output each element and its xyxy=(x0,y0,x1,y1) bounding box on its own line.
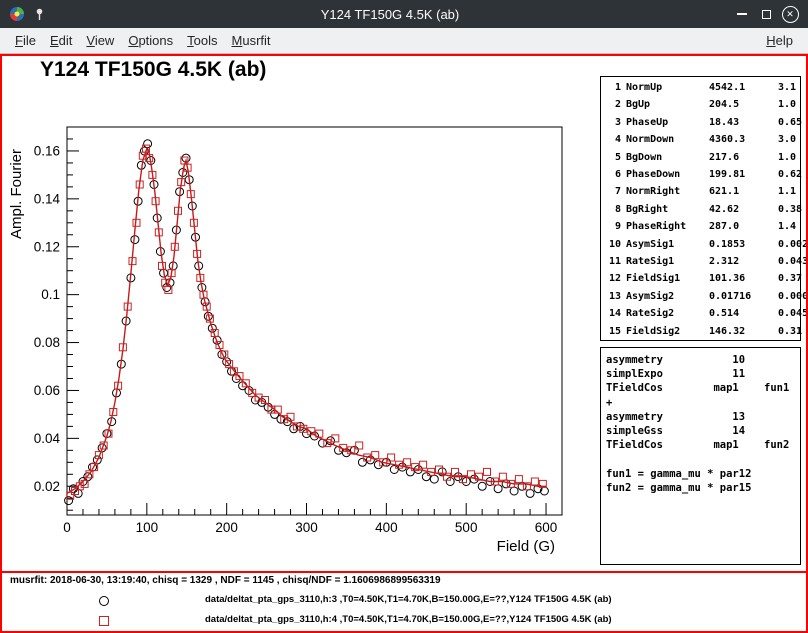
axis-ticks xyxy=(67,127,562,515)
stats-row: 11RateSig12.3120.043 xyxy=(605,253,800,270)
root-canvas[interactable]: 0 100 200 300 400 500 600 0.02 0.04 0.06 0.08 0.1 0.… xyxy=(0,54,808,633)
stats-row: 6PhaseDown199.810.62 xyxy=(605,166,800,183)
svg-text:0: 0 xyxy=(63,520,71,535)
axis-tick-labels: 0 100 200 300 400 500 600 0.02 0.04 0.06 0.08 0.1 0.… xyxy=(34,143,558,535)
stats-row: 9PhaseRight287.01.4 xyxy=(605,218,800,235)
theory-box[interactable]: asymmetry 10 simplExpo 11 TFieldCos map1… xyxy=(600,347,801,565)
fit-line xyxy=(67,149,546,494)
plot-title: Y124 TF150G 4.5K (ab) xyxy=(40,58,266,82)
circle-series xyxy=(65,140,549,505)
stats-row: 15FieldSig2146.320.31 xyxy=(605,323,800,340)
menu-edit[interactable]: Edit xyxy=(43,33,79,48)
maximize-button[interactable] xyxy=(754,2,778,26)
plot-frame xyxy=(67,127,562,515)
theory-text: asymmetry 10 simplExpo 11 TFieldCos map1… xyxy=(601,348,800,500)
svg-text:0.12: 0.12 xyxy=(34,239,60,254)
stats-row: 10AsymSig10.18530.0028 xyxy=(605,236,800,253)
svg-text:0.06: 0.06 xyxy=(34,383,60,398)
svg-text:400: 400 xyxy=(375,520,398,535)
menubar: File Edit View Options Tools Musrfit Hel… xyxy=(0,28,808,54)
app-icon[interactable] xyxy=(6,3,28,25)
svg-text:0.16: 0.16 xyxy=(34,143,60,158)
menu-help[interactable]: Help xyxy=(759,33,800,48)
menu-musrfit[interactable]: Musrfit xyxy=(225,33,278,48)
fit-info: musrfit: 2018-06-30, 13:19:40, chisq = 1… xyxy=(10,575,441,586)
x-axis-title: Field (G) xyxy=(497,538,555,555)
svg-text:200: 200 xyxy=(215,520,238,535)
svg-text:0.02: 0.02 xyxy=(34,479,60,494)
stats-row: 12FieldSig1101.360.37 xyxy=(605,270,800,287)
legend-row-h3: data/deltat_pta_gps_3110,h:3 ,T0=4.50K,T… xyxy=(2,593,806,608)
stats-row: 7NormRight621.11.1 xyxy=(605,183,800,200)
legend-label-h3: data/deltat_pta_gps_3110,h:3 ,T0=4.50K,T… xyxy=(205,594,612,605)
svg-text:600: 600 xyxy=(535,520,558,535)
stats-row: 5BgDown217.61.0 xyxy=(605,149,800,166)
stats-row: 3PhaseUp18.430.65 xyxy=(605,114,800,131)
stats-rows: 1NormUp4542.13.12BgUp204.51.03PhaseUp18.… xyxy=(605,79,800,340)
plot-area[interactable]: 0 100 200 300 400 500 600 0.02 0.04 0.06 0.08 0.1 0.… xyxy=(2,56,597,561)
svg-text:100: 100 xyxy=(136,520,159,535)
menu-file[interactable]: File xyxy=(8,33,43,48)
square-marker-icon xyxy=(99,616,109,626)
menu-tools[interactable]: Tools xyxy=(180,33,224,48)
titlebar[interactable]: Y124 TF150G 4.5K (ab) ✕ xyxy=(0,0,808,28)
svg-text:300: 300 xyxy=(295,520,318,535)
minimize-icon xyxy=(737,13,747,15)
stats-row: 2BgUp204.51.0 xyxy=(605,96,800,113)
pin-icon[interactable] xyxy=(28,3,50,25)
svg-text:0.14: 0.14 xyxy=(34,191,61,206)
stats-row: 4NormDown4360.33.0 xyxy=(605,131,800,148)
axis-titles: Ampl. Fourier Field (G) xyxy=(8,149,555,555)
footer-divider xyxy=(2,571,806,573)
svg-text:0.08: 0.08 xyxy=(34,335,60,350)
circle-marker-icon xyxy=(99,596,109,606)
stats-row: 1NormUp4542.13.1 xyxy=(605,79,800,96)
svg-text:0.1: 0.1 xyxy=(41,287,60,302)
close-button[interactable]: ✕ xyxy=(778,2,802,26)
menu-view[interactable]: View xyxy=(79,33,121,48)
app-window: Y124 TF150G 4.5K (ab) ✕ File Edit View O… xyxy=(0,0,808,633)
close-icon: ✕ xyxy=(782,6,799,23)
stats-row: 14RateSig20.5140.045 xyxy=(605,305,800,322)
window-title: Y124 TF150G 4.5K (ab) xyxy=(50,7,730,22)
parameter-stats-box[interactable]: 1NormUp4542.13.12BgUp204.51.03PhaseUp18.… xyxy=(600,76,801,341)
legend-label-h4: data/deltat_pta_gps_3110,h:4 ,T0=4.50K,T… xyxy=(205,614,612,625)
minimize-button[interactable] xyxy=(730,2,754,26)
y-axis-title: Ampl. Fourier xyxy=(8,149,25,239)
svg-text:0.04: 0.04 xyxy=(34,431,61,446)
menu-options[interactable]: Options xyxy=(121,33,180,48)
stats-row: 8BgRight42.620.38 xyxy=(605,201,800,218)
maximize-icon xyxy=(762,10,771,19)
stats-row: 13AsymSig20.017160.00098 xyxy=(605,288,800,305)
legend-row-h4: data/deltat_pta_gps_3110,h:4 ,T0=4.50K,T… xyxy=(2,613,806,628)
svg-text:500: 500 xyxy=(455,520,478,535)
